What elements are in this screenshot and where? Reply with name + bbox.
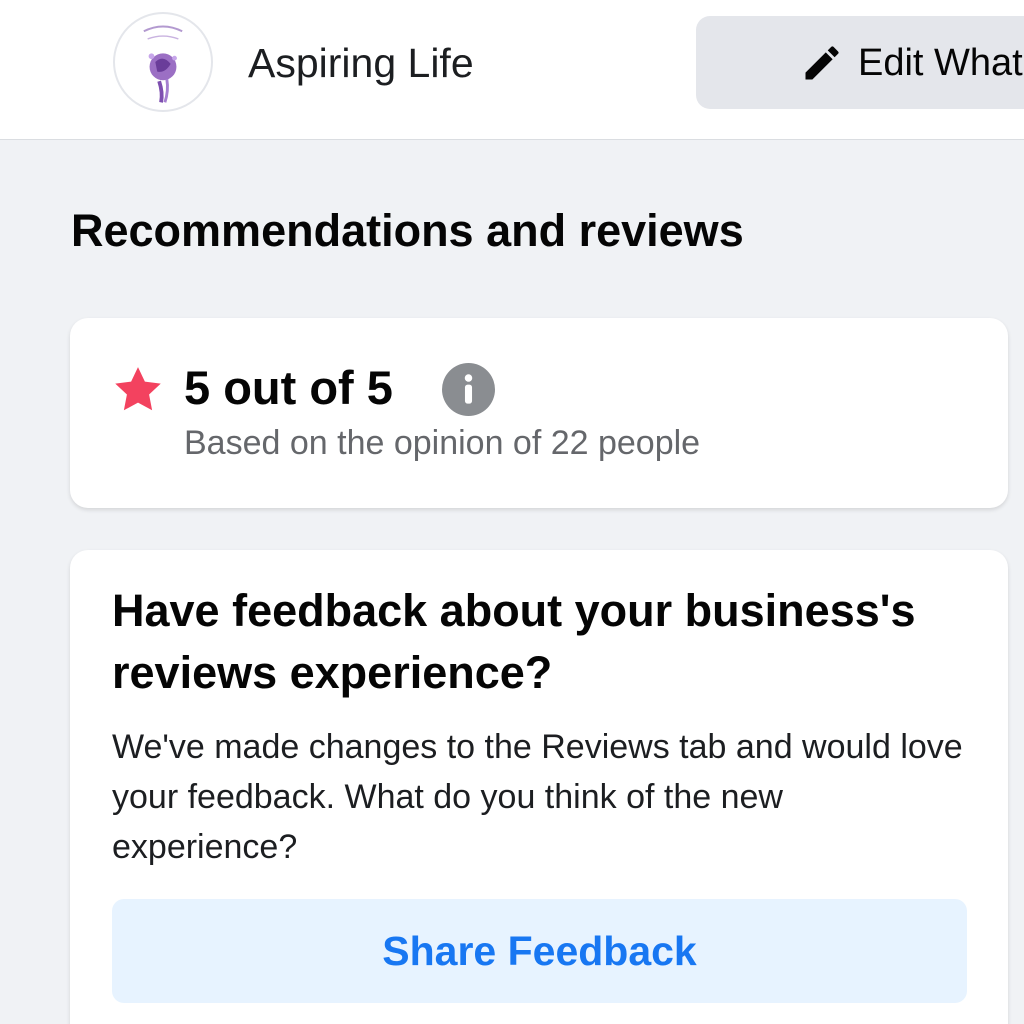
page-header: Aspiring Life Edit What bbox=[0, 0, 1024, 140]
rating-subtext: Based on the opinion of 22 people bbox=[184, 424, 701, 462]
page-name[interactable]: Aspiring Life bbox=[248, 38, 474, 88]
rating-card: 5 out of 5 Based on the opinion of 22 pe… bbox=[70, 318, 1008, 508]
feedback-title: Have feedback about your business's revi… bbox=[112, 585, 916, 698]
info-icon[interactable] bbox=[442, 363, 495, 416]
pencil-icon bbox=[805, 45, 839, 79]
aspiring-life-logo-icon bbox=[116, 15, 210, 109]
rating-value: 5 out of 5 bbox=[184, 361, 393, 414]
edit-button[interactable]: Edit What bbox=[696, 16, 1024, 109]
share-feedback-label: Share Feedback bbox=[382, 928, 697, 974]
page-avatar[interactable] bbox=[113, 12, 213, 112]
feedback-body: We've made changes to the Reviews tab an… bbox=[112, 728, 963, 866]
feedback-card: Have feedback about your business's revi… bbox=[70, 550, 1008, 1024]
star-icon bbox=[115, 367, 161, 411]
page: Aspiring Life Edit What Recommendations … bbox=[0, 0, 1024, 1024]
section-title: Recommendations and reviews bbox=[71, 205, 744, 256]
edit-button-label: Edit What bbox=[858, 41, 1023, 84]
share-feedback-button[interactable]: Share Feedback bbox=[112, 899, 967, 1003]
